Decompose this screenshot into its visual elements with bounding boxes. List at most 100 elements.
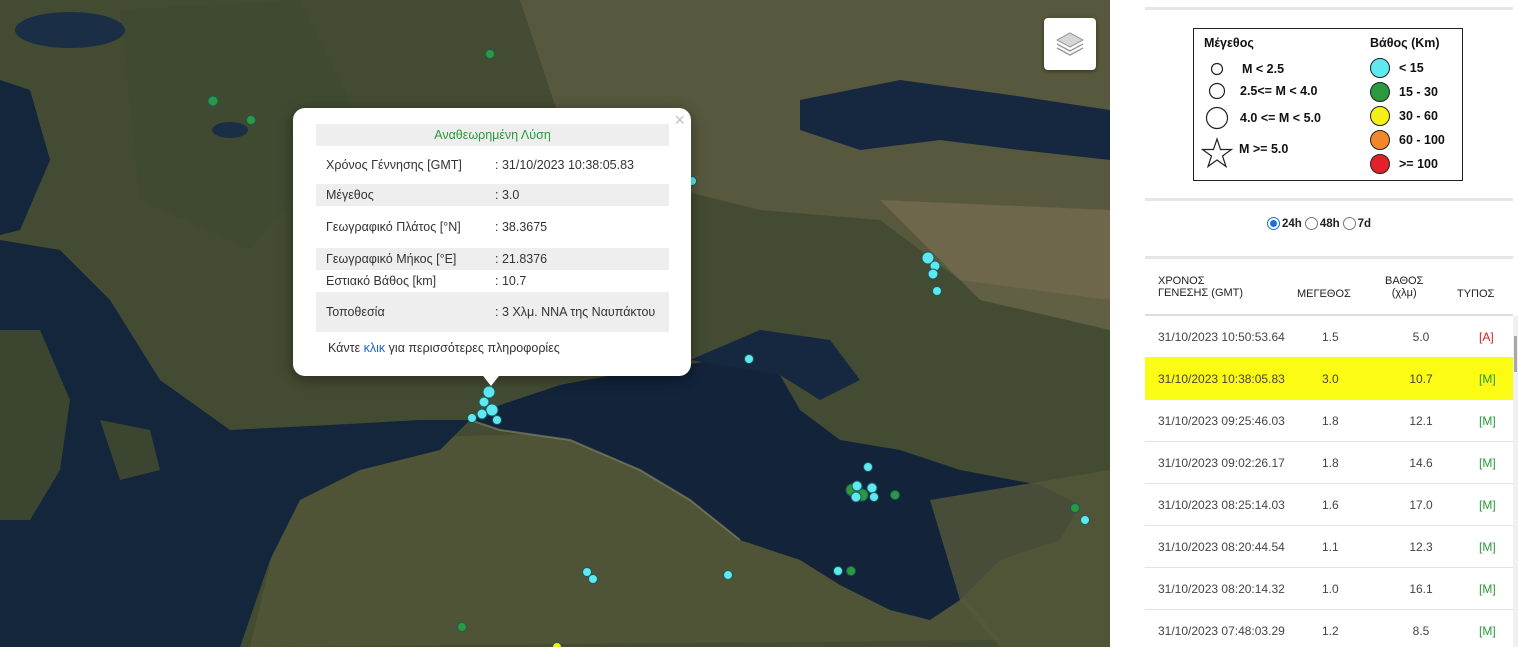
depth-color-swatch <box>1370 154 1390 174</box>
depth-color-swatch <box>1370 106 1390 126</box>
col-header-type[interactable]: ΤΥΠΟΣ <box>1457 288 1494 300</box>
quake-marker <box>457 622 467 632</box>
earthquake-map[interactable]: × Αναθεωρημένη Λύση Χρόνος Γέννησης [GMT… <box>0 0 1110 647</box>
table-row[interactable]: 31/10/2023 09:25:46.03 1.8 12.1 [M] <box>1145 400 1513 442</box>
cell-type: [M] <box>1479 540 1496 554</box>
cell-type: [M] <box>1479 498 1496 512</box>
popup-tip <box>480 372 502 386</box>
divider <box>1145 198 1513 201</box>
legend-magnitude-title: Μέγεθος <box>1204 36 1254 50</box>
detail-value: : 38.3675 <box>495 219 548 234</box>
legend-magnitude-item: 2.5<= M < 4.0 <box>1208 82 1317 100</box>
cell-depth: 14.6 <box>1409 456 1433 470</box>
popup-close-button[interactable]: × <box>674 111 685 129</box>
quake-marker <box>890 490 900 500</box>
cell-depth: 16.1 <box>1409 582 1433 596</box>
layers-control-button[interactable] <box>1044 18 1096 70</box>
quake-marker <box>485 49 495 59</box>
detail-label: Γεωγραφικό Μήκος [°E] <box>316 248 491 270</box>
scrollbar-thumb[interactable] <box>1514 336 1517 372</box>
quake-marker <box>927 268 939 280</box>
cell-time: 31/10/2023 08:25:14.03 <box>1158 498 1285 512</box>
legend-depth-item: >= 100 <box>1369 153 1438 175</box>
quake-marker <box>246 115 256 125</box>
more-info-text: Κάντε κλικ για περισσότερες πληροφορίες <box>328 341 560 355</box>
quake-marker <box>866 482 878 494</box>
legend-depth-item: 30 - 60 <box>1369 105 1438 127</box>
cell-time: 31/10/2023 10:38:05.83 <box>1158 372 1285 386</box>
radio-24h[interactable] <box>1267 217 1280 230</box>
legend-magnitude-item: M >= 5.0 <box>1201 137 1288 169</box>
depth-color-swatch <box>1370 82 1390 102</box>
detail-label: Γεωγραφικό Πλάτος [°N] <box>326 219 461 234</box>
cell-time: 31/10/2023 08:20:14.32 <box>1158 582 1285 596</box>
depth-color-swatch <box>1370 58 1390 78</box>
table-row[interactable]: 31/10/2023 10:50:53.64 1.5 5.0 [A] <box>1145 316 1513 358</box>
detail-label: Μέγεθος <box>316 184 491 206</box>
cell-depth: 5.0 <box>1412 330 1430 344</box>
quake-marker <box>492 415 502 425</box>
radio-7d[interactable] <box>1342 217 1356 230</box>
quake-marker <box>552 642 562 647</box>
table-row[interactable]: 31/10/2023 08:20:14.32 1.0 16.1 [M] <box>1145 568 1513 610</box>
quake-marker <box>467 413 477 423</box>
quake-marker <box>851 480 863 492</box>
table-row[interactable]: 31/10/2023 08:20:44.54 1.1 12.3 [M] <box>1145 526 1513 568</box>
cell-time: 31/10/2023 08:20:44.54 <box>1158 540 1285 554</box>
sidebar: Μέγεθος Βάθος (Km) M < 2.5 2.5<= M < 4.0… <box>1110 0 1518 647</box>
detail-value: : 10.7 <box>495 273 527 288</box>
legend-depth-item: < 15 <box>1369 57 1424 79</box>
more-info-link[interactable]: κλικ <box>364 341 386 355</box>
cell-type: [M] <box>1479 414 1496 428</box>
quake-marker <box>1080 515 1090 525</box>
detail-label: Τοποθεσία <box>316 292 491 332</box>
cell-depth: 12.1 <box>1409 414 1433 428</box>
quake-marker <box>932 286 942 296</box>
cell-magnitude: 1.1 <box>1322 540 1339 554</box>
detail-value: : 3 Χλμ. ΝΝΑ της Ναυπάκτου <box>491 292 669 332</box>
cell-magnitude: 1.6 <box>1322 498 1339 512</box>
cell-magnitude: 1.2 <box>1322 624 1339 638</box>
col-header-depth[interactable]: ΒΑΘΟΣ (χλμ) <box>1385 275 1423 299</box>
cell-depth: 17.0 <box>1409 498 1433 512</box>
cell-type: [M] <box>1479 582 1496 596</box>
earthquake-info-popup: × Αναθεωρημένη Λύση Χρόνος Γέννησης [GMT… <box>293 108 691 376</box>
earthquake-table: ΧΡΟΝΟΣ ΓΕΝΕΣΗΣ (GMT) ΜΕΓΕΘΟΣ ΒΑΘΟΣ (χλμ) Τ… <box>1145 259 1513 647</box>
cell-time: 31/10/2023 09:25:46.03 <box>1158 414 1285 428</box>
table-row[interactable]: 31/10/2023 08:25:14.03 1.6 17.0 [M] <box>1145 484 1513 526</box>
radio-48h[interactable] <box>1304 217 1318 230</box>
quake-marker <box>476 408 488 420</box>
cell-magnitude: 1.8 <box>1322 414 1339 428</box>
table-header: ΧΡΟΝΟΣ ΓΕΝΕΣΗΣ (GMT) ΜΕΓΕΘΟΣ ΒΑΘΟΣ (χλμ) Τ… <box>1145 259 1513 316</box>
cell-type: [M] <box>1479 624 1496 638</box>
cell-depth: 8.5 <box>1412 624 1430 638</box>
quake-marker <box>850 491 862 503</box>
detail-label: Εστιακό Βάθος [km] <box>326 273 437 288</box>
popup-title: Αναθεωρημένη Λύση <box>316 124 669 146</box>
table-row[interactable]: 31/10/2023 10:38:05.83 3.0 10.7 [M] <box>1145 358 1513 400</box>
legend-magnitude-item: M < 2.5 <box>1210 62 1284 76</box>
cell-depth: 12.3 <box>1409 540 1433 554</box>
cell-time: 31/10/2023 07:48:03.29 <box>1158 624 1285 638</box>
detail-value: : 21.8376 <box>491 248 669 270</box>
cell-type: [M] <box>1479 456 1496 470</box>
cell-time: 31/10/2023 10:50:53.64 <box>1158 330 1285 344</box>
quake-marker <box>744 354 754 364</box>
detail-value: : 31/10/2023 10:38:05.83 <box>495 157 635 172</box>
cell-magnitude: 1.5 <box>1322 330 1339 344</box>
detail-label: Χρόνος Γέννησης [GMT] <box>326 157 462 172</box>
cell-magnitude: 1.8 <box>1322 456 1339 470</box>
col-header-time[interactable]: ΧΡΟΝΟΣ ΓΕΝΕΣΗΣ (GMT) <box>1158 275 1243 299</box>
quake-marker <box>869 492 879 502</box>
table-row[interactable]: 31/10/2023 07:48:03.29 1.2 8.5 [M] <box>1145 610 1513 647</box>
cell-magnitude: 1.0 <box>1322 582 1339 596</box>
col-header-magnitude[interactable]: ΜΕΓΕΘΟΣ <box>1297 288 1351 300</box>
legend-magnitude-item: 4.0 <= M < 5.0 <box>1205 106 1321 130</box>
large-circle-icon <box>1205 106 1229 130</box>
cell-type: [A] <box>1479 330 1494 344</box>
table-row[interactable]: 31/10/2023 09:02:26.17 1.8 14.6 [M] <box>1145 442 1513 484</box>
quake-marker <box>863 462 873 472</box>
legend-depth-title: Βάθος (Km) <box>1370 36 1440 50</box>
popup-details-table: Αναθεωρημένη Λύση Χρόνος Γέννησης [GMT]:… <box>316 124 669 332</box>
map-legend: Μέγεθος Βάθος (Km) M < 2.5 2.5<= M < 4.0… <box>1193 28 1463 181</box>
